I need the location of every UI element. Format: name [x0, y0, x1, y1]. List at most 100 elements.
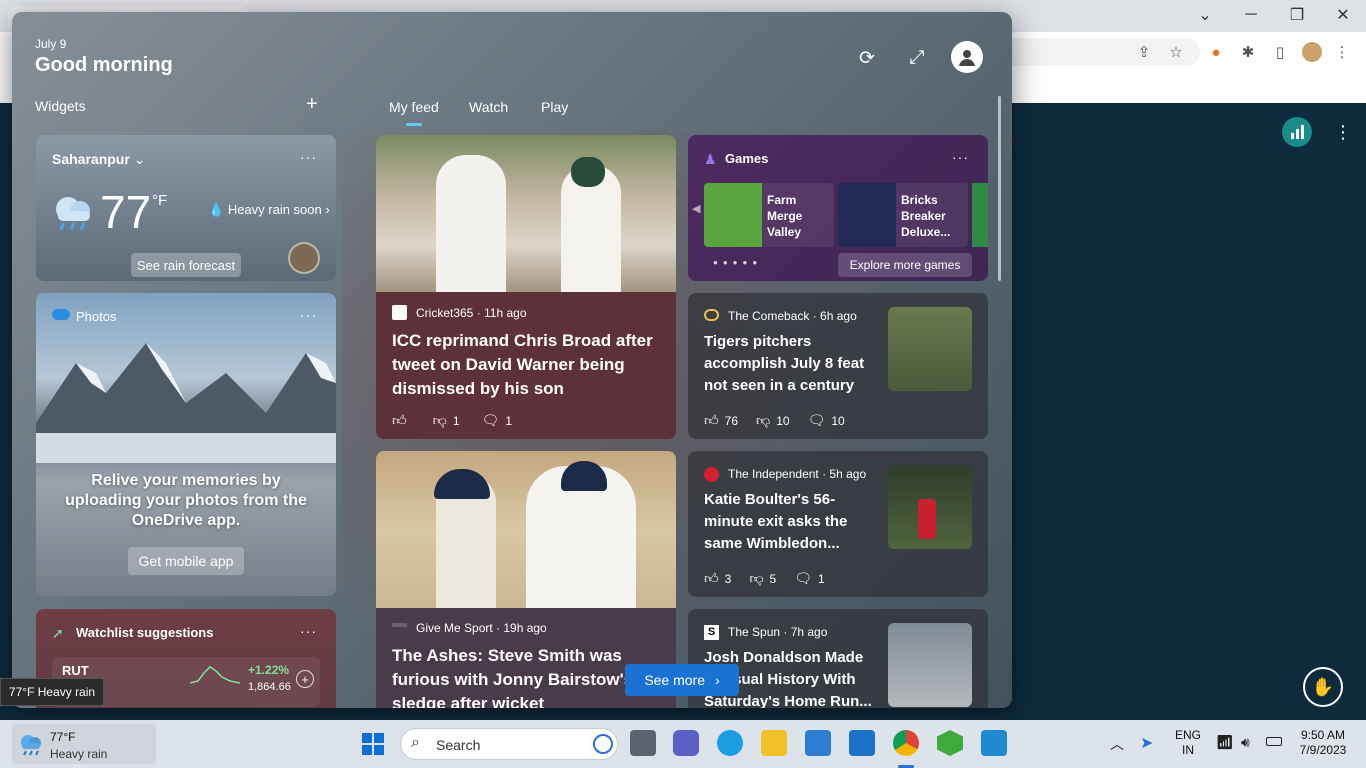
bookmark-star-icon[interactable]: ☆ — [1166, 42, 1186, 62]
side-panel-icon[interactable]: ▯ — [1270, 42, 1290, 62]
tab-play[interactable]: Play — [541, 99, 568, 115]
games-more-icon[interactable]: ··· — [952, 149, 969, 165]
weather-location[interactable]: Saharanpur ⌄ — [52, 151, 145, 168]
taskbar-weather[interactable]: 77°F Heavy rain — [12, 724, 156, 764]
clock[interactable]: 9:50 AM 7/9/2023 — [1290, 728, 1356, 758]
weather-map-thumbnail[interactable] — [288, 242, 320, 274]
weather-card[interactable]: Saharanpur ⌄ ··· 77 °F 💧 Heavy rain soon… — [36, 135, 336, 281]
get-mobile-app-button[interactable]: Get mobile app — [128, 547, 244, 575]
taskbar-weather-condition: Heavy rain — [50, 747, 108, 761]
extensions-puzzle-icon[interactable]: ✱ — [1238, 42, 1258, 62]
feed-scrollbar[interactable] — [998, 96, 1001, 281]
profile-avatar[interactable] — [1302, 42, 1322, 62]
explore-more-games-button[interactable]: Explore more games — [838, 253, 972, 277]
analytics-icon[interactable] — [1282, 117, 1312, 147]
weather-condition[interactable]: 💧 Heavy rain soon › — [208, 202, 330, 218]
hand-cursor-button[interactable]: ✋ — [1303, 667, 1343, 707]
vscode-icon[interactable] — [981, 730, 1007, 756]
wifi-icon[interactable]: 📶︎ — [1216, 734, 1234, 751]
news-title[interactable]: The Ashes: Steve Smith was furious with … — [392, 644, 664, 708]
language-indicator[interactable]: ENG IN — [1172, 728, 1204, 758]
source-logo-icon: S — [704, 625, 719, 640]
minimize-button[interactable]: ─ — [1228, 0, 1274, 30]
add-to-watchlist-button[interactable]: + — [296, 670, 314, 688]
maximize-button[interactable]: ❐ — [1274, 0, 1320, 30]
tab-search-icon[interactable]: ⌄ — [1182, 0, 1228, 30]
comment-icon[interactable]: 🗨︎ — [794, 570, 812, 587]
onedrive-icon — [52, 309, 70, 320]
photos-card[interactable]: Photos ··· Relive your memories by uploa… — [36, 293, 336, 596]
reactions: 👍︎ 3 👎︎ 5 🗨︎ 1 — [704, 570, 825, 587]
file-explorer-icon[interactable] — [761, 730, 787, 756]
node-icon[interactable] — [937, 730, 963, 756]
comment-icon[interactable]: 🗨︎ — [482, 412, 500, 429]
news-title[interactable]: ICC reprimand Chris Broad after tweet on… — [392, 329, 664, 401]
see-rain-forecast-button[interactable]: See rain forecast — [131, 253, 241, 277]
dislike-icon[interactable]: 👎︎ — [756, 412, 770, 429]
news-card[interactable]: The Comeback · 6h ago Tigers pitchers ac… — [688, 293, 988, 439]
like-icon[interactable]: 👍︎ — [704, 412, 719, 429]
show-hidden-icons-chevron[interactable]: ︿ — [1110, 734, 1124, 754]
games-card[interactable]: ♟ Games ··· ◀ Farm Merge Valley Bricks B… — [688, 135, 988, 281]
teams-chat-icon[interactable] — [673, 730, 699, 756]
tab-my-feed[interactable]: My feed — [389, 99, 439, 115]
game-tile[interactable]: Farm Merge Valley — [704, 183, 834, 247]
page-menu-icon[interactable]: ⋮ — [1334, 122, 1352, 143]
weather-unit: °F — [152, 192, 168, 209]
news-source: The Independent · 5h ago — [728, 467, 867, 481]
stock-symbol: RUT — [62, 663, 89, 678]
sparkline-chart — [190, 666, 240, 684]
game-tile-partial[interactable] — [972, 183, 988, 247]
like-icon[interactable]: 👍︎ — [392, 412, 407, 429]
news-thumbnail — [888, 623, 972, 707]
extension-icon[interactable]: ● — [1206, 42, 1226, 62]
chrome-icon[interactable] — [893, 730, 919, 756]
like-icon[interactable]: 👍︎ — [704, 570, 719, 587]
raindrop-icon: 💧 — [208, 202, 225, 217]
user-icon — [959, 50, 975, 66]
see-more-button[interactable]: See more › — [625, 664, 739, 696]
source-logo-icon — [392, 623, 407, 627]
news-title[interactable]: Katie Boulter's 56-minute exit asks the … — [704, 489, 882, 555]
games-icon: ♟ — [704, 151, 717, 167]
header-greeting: Good morning — [35, 54, 173, 76]
weather-more-icon[interactable]: ··· — [300, 149, 317, 165]
chrome-menu-icon[interactable]: ⋮ — [1332, 42, 1352, 62]
reactions: 👍︎ 76 👎︎ 10 🗨︎ 10 — [704, 412, 845, 429]
battery-icon[interactable] — [1266, 737, 1282, 746]
trending-up-icon: ➚ — [52, 625, 64, 641]
news-card[interactable]: The Independent · 5h ago Katie Boulter's… — [688, 451, 988, 597]
game-tile[interactable]: Bricks Breaker Deluxe... — [838, 183, 968, 247]
refresh-icon[interactable]: ⟳ — [855, 46, 879, 70]
source-logo-icon — [704, 309, 719, 321]
comment-icon[interactable]: 🗨︎ — [808, 412, 826, 429]
chevron-right-icon: › — [715, 672, 720, 688]
windows-start-icon[interactable] — [362, 733, 384, 755]
edge-icon[interactable] — [717, 730, 743, 756]
news-card[interactable]: Cricket365 · 11h ago ICC reprimand Chris… — [376, 135, 676, 439]
active-tab-indicator — [406, 123, 422, 126]
carousel-dots[interactable]: ●●●●● — [713, 258, 762, 267]
tab-watch[interactable]: Watch — [469, 99, 508, 115]
share-icon[interactable]: ⇪ — [1134, 42, 1154, 62]
game-thumbnail — [704, 183, 762, 247]
account-avatar[interactable] — [951, 41, 983, 73]
close-button[interactable]: ✕ — [1320, 0, 1366, 30]
taskbar-search[interactable]: ⌕ Search — [400, 728, 618, 760]
news-title[interactable]: Tigers pitchers accomplish July 8 feat n… — [704, 331, 882, 397]
carousel-prev-icon[interactable]: ◀ — [692, 202, 700, 215]
add-widget-button[interactable]: + — [306, 94, 318, 114]
microsoft-store-icon[interactable] — [805, 730, 831, 756]
task-view-icon[interactable] — [630, 730, 656, 756]
watchlist-more-icon[interactable]: ··· — [300, 623, 317, 639]
mail-icon[interactable] — [849, 730, 875, 756]
news-source: Cricket365 · 11h ago — [416, 306, 527, 320]
game-thumbnail — [838, 183, 896, 247]
header-date: July 9 — [35, 37, 67, 51]
volume-icon[interactable]: 🔊︎ — [1241, 734, 1250, 751]
expand-icon[interactable]: ⤢ — [905, 46, 929, 70]
location-icon[interactable]: ➤ — [1140, 733, 1153, 753]
dislike-icon[interactable]: 👎︎ — [749, 570, 763, 587]
dislike-icon[interactable]: 👎︎ — [433, 412, 447, 429]
photos-more-icon[interactable]: ··· — [300, 307, 317, 323]
